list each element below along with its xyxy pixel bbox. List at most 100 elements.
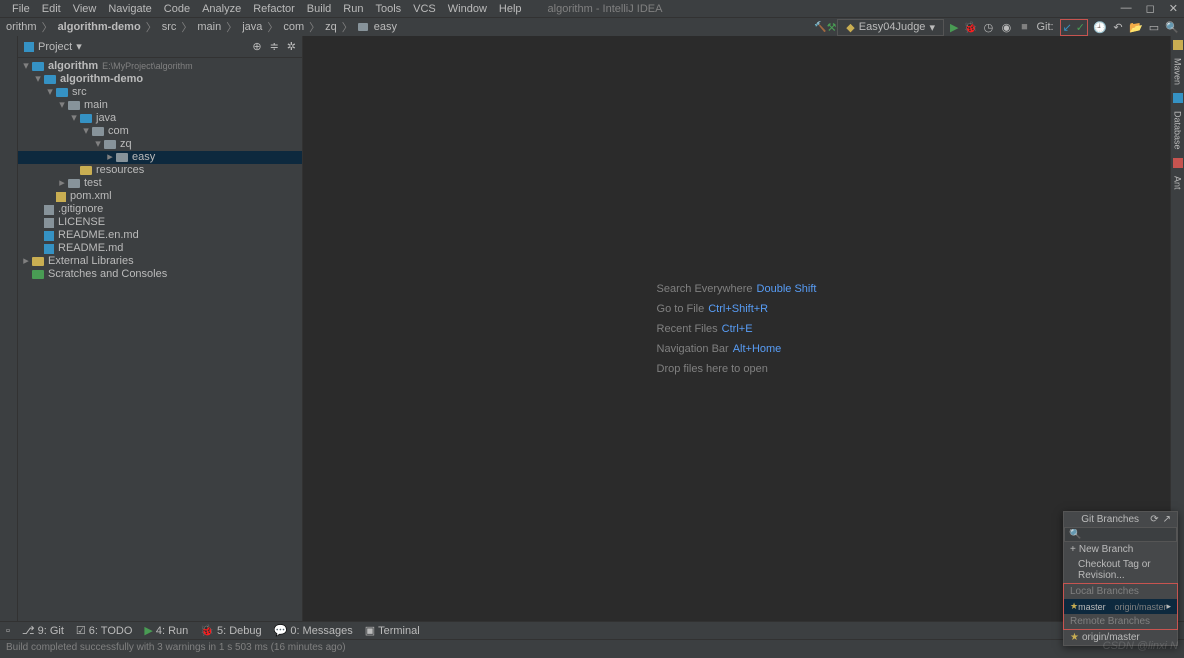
run-tool[interactable]: ▶4: Run — [144, 624, 188, 637]
todo-tool[interactable]: ☑6: TODO — [76, 624, 132, 637]
tree-license[interactable]: LICENSE — [18, 216, 302, 229]
breadcrumb[interactable]: orithm〉 algorithm-demo〉 src〉 main〉 java〉… — [6, 19, 397, 35]
tree-module[interactable]: ▾algorithm-demo — [18, 73, 302, 86]
refresh-icon[interactable]: ⟳ — [1150, 514, 1158, 525]
tool-window-icon[interactable]: ▫ — [6, 625, 10, 637]
menu-navigate[interactable]: Navigate — [102, 2, 157, 16]
ant-icon — [1173, 158, 1183, 168]
crumb-module[interactable]: algorithm-demo — [58, 21, 141, 33]
tree-label: .gitignore — [58, 203, 103, 216]
messages-tool[interactable]: 💬0: Messages — [274, 624, 353, 637]
tree-label: easy — [132, 151, 155, 164]
crumb-java[interactable]: java — [242, 21, 262, 33]
menu-window[interactable]: Window — [442, 2, 493, 16]
folder-icon — [116, 153, 128, 162]
git-tool[interactable]: ⎇9: Git — [22, 624, 64, 637]
git-commit-button[interactable]: ✓ — [1076, 21, 1085, 34]
new-branch-item[interactable]: +New Branch — [1064, 542, 1177, 557]
run-config-selector[interactable]: ◆ Easy04Judge ▾ — [837, 19, 944, 36]
crumb-com[interactable]: com — [283, 21, 304, 33]
new-branch-label: New Branch — [1079, 544, 1133, 555]
debug-tool[interactable]: 🐞5: Debug — [200, 624, 261, 637]
dropdown-icon: ▾ — [929, 21, 935, 34]
tree-zq[interactable]: ▾zq — [18, 138, 302, 151]
menu-code[interactable]: Code — [158, 2, 196, 16]
tree-test[interactable]: ▸test — [18, 177, 302, 190]
tree-scratches[interactable]: Scratches and Consoles — [18, 268, 302, 281]
crumb-zq[interactable]: zq — [325, 21, 337, 33]
menu-vcs[interactable]: VCS — [407, 2, 442, 16]
stop-button[interactable]: ■ — [1018, 21, 1030, 33]
debug-button[interactable]: 🐞 — [964, 21, 976, 33]
menu-view[interactable]: View — [67, 2, 103, 16]
menu-edit[interactable]: Edit — [36, 2, 67, 16]
close-button[interactable]: ✕ — [1169, 2, 1178, 15]
tree-easy[interactable]: ▸easy — [18, 151, 302, 164]
maximize-button[interactable]: ◻ — [1146, 2, 1155, 15]
build-icon[interactable]: ⚒ — [819, 21, 831, 33]
left-gutter[interactable] — [0, 36, 18, 621]
tree-gitignore[interactable]: .gitignore — [18, 203, 302, 216]
menu-build[interactable]: Build — [301, 2, 337, 16]
coverage-button[interactable]: ◷ — [982, 21, 994, 33]
menu-tools[interactable]: Tools — [369, 2, 407, 16]
project-collapse-icon[interactable]: ≑ — [270, 40, 279, 53]
welcome-goto-key: Ctrl+Shift+R — [708, 303, 768, 315]
expand-icon[interactable]: ↗ — [1163, 514, 1171, 525]
ant-tool[interactable]: Ant — [1173, 176, 1183, 190]
module-icon — [44, 75, 56, 84]
welcome-recent-key: Ctrl+E — [722, 323, 753, 335]
star-icon: ★ — [1070, 601, 1078, 612]
project-target-icon[interactable]: ⊕ — [252, 40, 261, 53]
local-branches-header: Local Branches — [1064, 584, 1177, 599]
git-revert-button[interactable]: ↶ — [1112, 21, 1124, 33]
branch-search-input[interactable] — [1064, 527, 1177, 542]
minimize-button[interactable]: — — [1121, 2, 1132, 15]
folder-icon — [68, 101, 80, 110]
editor-area[interactable]: Search EverywhereDouble Shift Go to File… — [303, 36, 1170, 621]
run-icon: ▶ — [144, 624, 152, 637]
profile-button[interactable]: ◉ — [1000, 21, 1012, 33]
run-button[interactable]: ▶ — [950, 21, 958, 34]
scratches-icon — [32, 270, 44, 279]
database-tool[interactable]: Database — [1173, 111, 1183, 150]
maven-tool[interactable]: Maven — [1173, 58, 1183, 85]
tree-com[interactable]: ▾com — [18, 125, 302, 138]
menu-refactor[interactable]: Refactor — [247, 2, 301, 16]
tree-resources[interactable]: resources — [18, 164, 302, 177]
branch-master[interactable]: ★ master origin/master ▸ — [1064, 599, 1177, 614]
crumb-src[interactable]: src — [162, 21, 177, 33]
branch-origin-master[interactable]: ★origin/master — [1064, 630, 1177, 645]
crumb-easy[interactable]: easy — [374, 21, 397, 33]
crumb-project[interactable]: orithm — [6, 21, 37, 33]
git-update-button[interactable]: ↙ — [1063, 21, 1072, 34]
menu-run[interactable]: Run — [337, 2, 369, 16]
nav-folder-button[interactable]: 📂 — [1130, 21, 1142, 33]
md-icon — [44, 231, 54, 241]
search-everywhere-button[interactable]: 🔍 — [1166, 21, 1178, 33]
git-history-button[interactable]: 🕘 — [1094, 21, 1106, 33]
tree-label: zq — [120, 138, 132, 151]
tree-label: com — [108, 125, 129, 138]
menu-file[interactable]: File — [6, 2, 36, 16]
tree-java[interactable]: ▾java — [18, 112, 302, 125]
dropdown-icon[interactable]: ▾ — [76, 40, 82, 53]
tree-label: README.en.md — [58, 229, 139, 242]
tree-external-libraries[interactable]: ▸External Libraries — [18, 255, 302, 268]
menu-analyze[interactable]: Analyze — [196, 2, 247, 16]
project-settings-icon[interactable]: ✲ — [287, 40, 296, 53]
tree-main[interactable]: ▾main — [18, 99, 302, 112]
project-tree[interactable]: ▾algorithmE:\MyProject\algorithm ▾algori… — [18, 58, 302, 621]
tree-readme[interactable]: README.md — [18, 242, 302, 255]
tree-src[interactable]: ▾src — [18, 86, 302, 99]
terminal-tool[interactable]: ▣Terminal — [365, 624, 420, 637]
crumb-main[interactable]: main — [197, 21, 221, 33]
checkout-tag-item[interactable]: Checkout Tag or Revision... — [1064, 557, 1177, 583]
menu-help[interactable]: Help — [493, 2, 528, 16]
tree-pom[interactable]: pom.xml — [18, 190, 302, 203]
git-branches-popup: Git Branches ⟳ ↗ +New Branch Checkout Ta… — [1063, 511, 1178, 646]
tree-label: External Libraries — [48, 255, 134, 268]
tree-root[interactable]: ▾algorithmE:\MyProject\algorithm — [18, 60, 302, 73]
tree-readme-en[interactable]: README.en.md — [18, 229, 302, 242]
layout-button[interactable]: ▭ — [1148, 21, 1160, 33]
